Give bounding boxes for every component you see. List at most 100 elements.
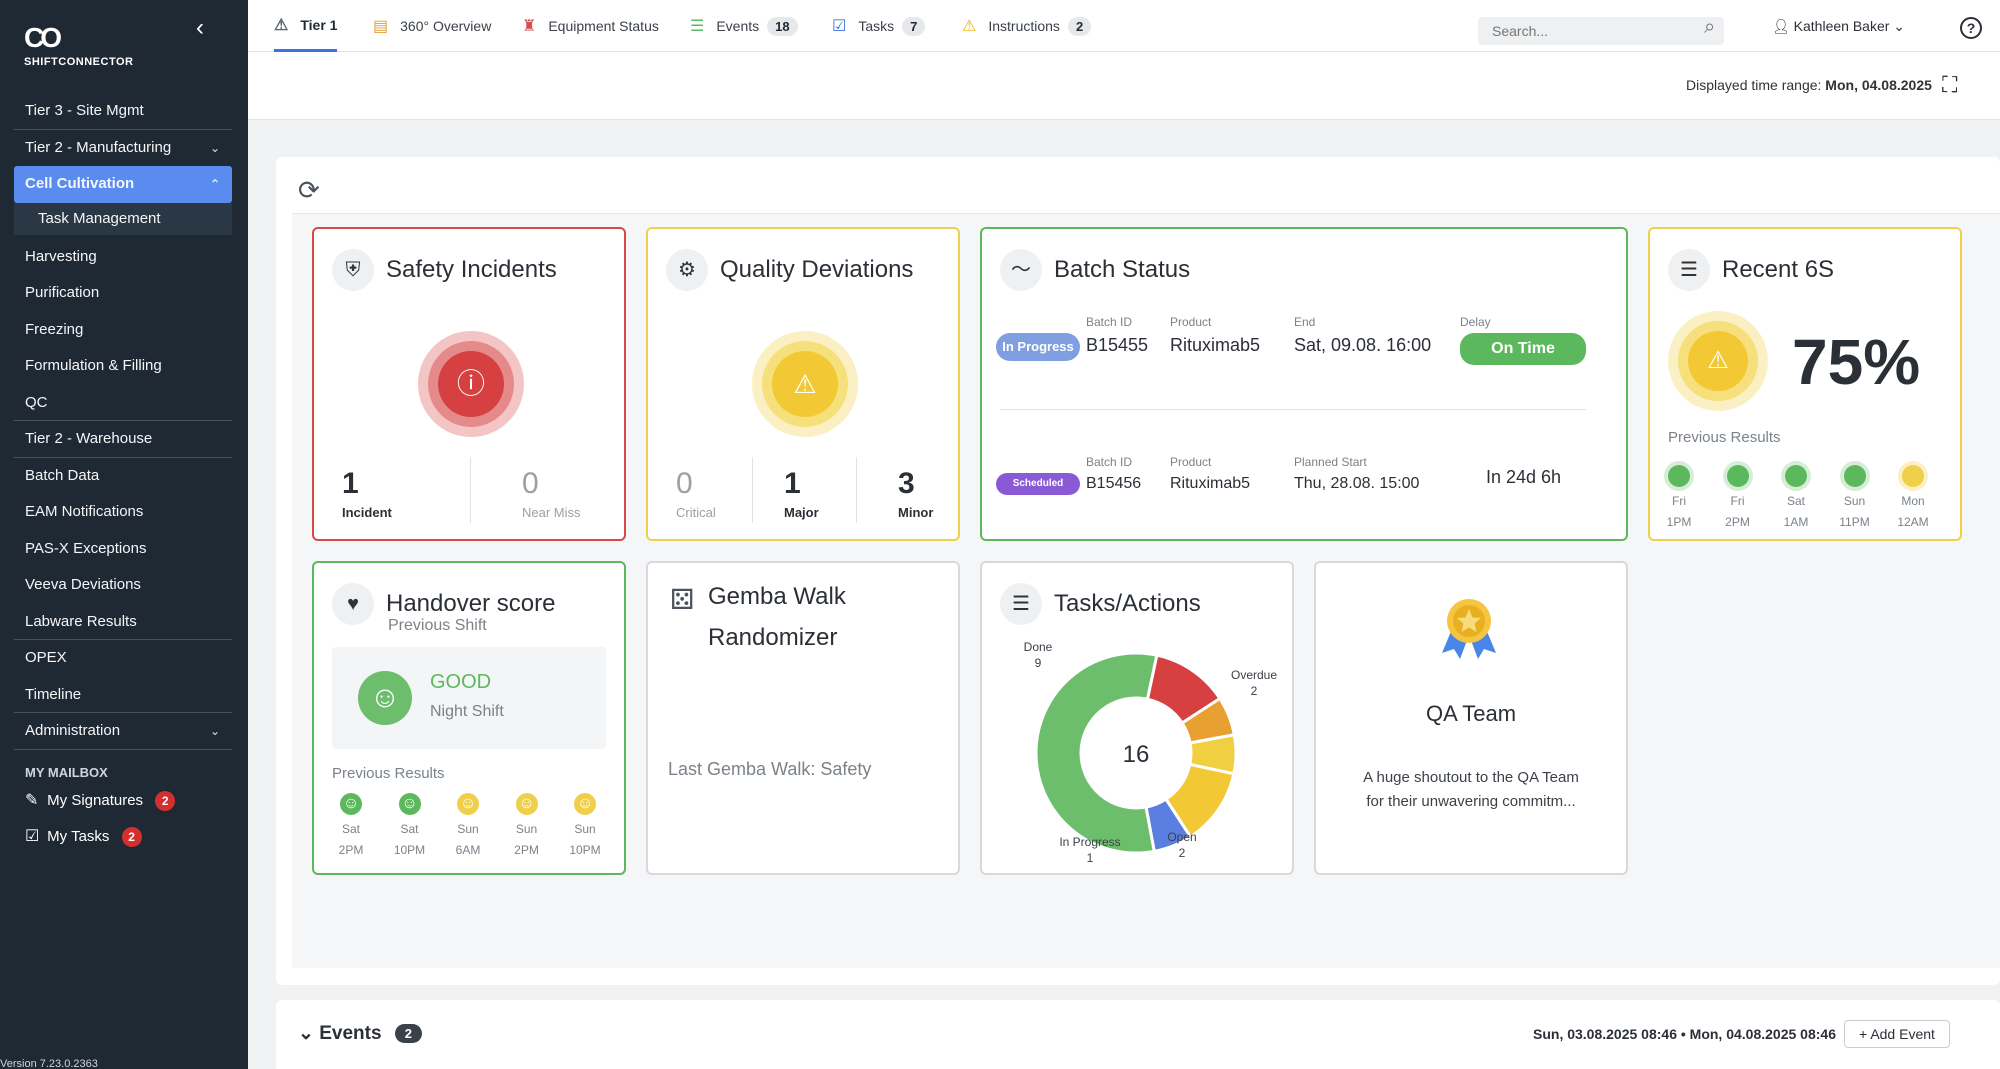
tab-equipment-status[interactable]: ♜ Equipment Status — [522, 0, 659, 52]
major-stat: 1 Major — [784, 467, 819, 520]
sidebar-item-purification[interactable]: Purification — [14, 275, 232, 312]
equipment-icon: ♜ — [522, 18, 537, 35]
mailbox-title: MY MAILBOX — [25, 765, 108, 780]
result-day: Sat — [1786, 494, 1805, 508]
handover-score-card[interactable]: ♥ Handover score Previous Shift ☺ GOOD N… — [312, 561, 626, 875]
sidebar-item-formulation-filling[interactable]: Formulation & Filling — [14, 348, 232, 385]
result-day: Sun — [574, 822, 596, 836]
tab-360-overview[interactable]: ▤ 360° Overview — [373, 0, 491, 52]
my-signatures-link[interactable]: ✎ My Signatures 2 — [25, 790, 176, 811]
sidebar-item-tier2-warehouse[interactable]: Tier 2 - Warehouse — [14, 421, 232, 458]
tab-tasks[interactable]: ☑ Tasks 7 — [832, 0, 926, 52]
near-miss-label: Near Miss — [522, 505, 581, 520]
card-title: Tasks/Actions — [1054, 590, 1201, 617]
result-dot — [1668, 465, 1690, 487]
sidebar-item-label: Timeline — [25, 685, 82, 703]
tab-label: Equipment Status — [548, 18, 659, 34]
safety-incidents-card[interactable]: ⛨ Safety Incidents ⓘ 1 Incident 0 Near M… — [312, 227, 626, 541]
sidebar-item-veeva-deviations[interactable]: Veeva Deviations — [14, 567, 232, 604]
warning-icon: ⚠ — [1688, 331, 1748, 391]
tab-label: Tier 1 — [300, 16, 338, 33]
batch-status-card[interactable]: 〜 Batch Status In Progress Batch ID B154… — [980, 227, 1628, 541]
fullscreen-icon[interactable]: ⛶ — [1942, 72, 1957, 98]
add-event-button[interactable]: + Add Event — [1844, 1020, 1950, 1048]
card-title: QA Team — [1425, 701, 1517, 726]
events-header[interactable]: ⌄ Events 2 — [298, 1022, 423, 1045]
result-day: Fri — [1730, 494, 1745, 508]
tab-label: 360° Overview — [400, 18, 492, 34]
result-smiley-icon: ☺ — [515, 793, 538, 815]
result-time: 11PM — [1839, 515, 1870, 529]
refresh-icon[interactable]: ⟳ — [298, 175, 320, 206]
tab-tier1[interactable]: ⚠ Tier 1 — [274, 0, 338, 52]
shoutout-text-continued: for their unwavering commitm... — [1366, 793, 1576, 810]
minor-label: Minor — [898, 505, 934, 520]
collapse-sidebar-icon[interactable]: ‹ — [196, 14, 204, 42]
sidebar-item-opex[interactable]: OPEX — [14, 640, 232, 677]
qa-team-card[interactable]: QA Team A huge shoutout to the QA Team f… — [1314, 561, 1628, 875]
tab-label: Instructions — [988, 18, 1060, 34]
delay-status-badge: On Time — [1460, 333, 1586, 365]
result-dot — [1902, 465, 1924, 487]
events-title: Events — [319, 1023, 382, 1044]
heart-star-icon: ♥ — [332, 583, 374, 625]
tab-events[interactable]: ☰ Events 18 — [690, 0, 798, 52]
card-title: Batch Status — [1054, 256, 1191, 283]
tasks-actions-card[interactable]: ☰ Tasks/Actions 16 Done 9 Overdue 2 Open 2 In P… — [980, 561, 1294, 875]
result-dot — [1785, 465, 1807, 487]
result-dot — [1843, 465, 1866, 487]
quality-deviations-card[interactable]: ⚙ Quality Deviations ⚠ 0 Critical 1 Majo… — [646, 227, 960, 541]
result-time: 2PM — [514, 843, 539, 857]
tab-instructions[interactable]: ⚠ Instructions 2 — [962, 0, 1092, 52]
user-menu[interactable]: 👤︎ Kathleen Baker ⌄ — [1772, 18, 1905, 35]
incident-count: 1 — [342, 467, 359, 500]
near-miss-count: 0 — [522, 467, 539, 500]
sidebar-item-qc[interactable]: QC — [14, 385, 232, 421]
result-day: Sun — [1843, 494, 1866, 508]
help-icon[interactable]: ? — [1960, 17, 1982, 39]
list-icon: ☰ — [690, 18, 705, 35]
sidebar-item-label: Tier 2 - Manufacturing — [25, 138, 172, 156]
card-title: Gemba Walk — [708, 583, 846, 610]
donut-label-done: Done 9 — [1024, 641, 1053, 670]
sidebar-item-freezing[interactable]: Freezing — [14, 312, 232, 349]
sidebar-item-tier2-manufacturing[interactable]: Tier 2 - Manufacturing ⌄ — [14, 130, 232, 167]
sidebar-item-harvesting[interactable]: Harvesting — [14, 239, 232, 276]
overview-icon: ▤ — [373, 18, 389, 35]
sidebar-item-timeline[interactable]: Timeline — [14, 677, 232, 713]
sidebar-item-pasx-exceptions[interactable]: PAS-X Exceptions — [14, 531, 232, 568]
recent-6s-card[interactable]: ☰ Recent 6S ⚠ 75% Previous Results Fri 1P… — [1648, 227, 1962, 541]
result-day: Sun — [515, 822, 538, 836]
checkbox-icon: ☑ — [832, 18, 847, 35]
product-label: Product — [1170, 315, 1212, 329]
sidebar-item-label: EAM Notifications — [25, 503, 144, 520]
sidebar-item-eam-notifications[interactable]: EAM Notifications — [14, 494, 232, 531]
tasks-count-badge: 7 — [902, 16, 926, 36]
product-value: Rituximab5 — [1170, 335, 1261, 355]
tab-label: Events — [716, 18, 760, 34]
sidebar-item-label: Formulation & Filling — [25, 357, 162, 374]
result-day: Sat — [341, 822, 360, 836]
sidebar-nav: Tier 3 - Site Mgmt Tier 2 - Manufacturin… — [14, 93, 232, 750]
shoutout-text: A huge shoutout to the QA Team — [1363, 769, 1579, 786]
sidebar-item-administration[interactable]: Administration ⌄ — [14, 713, 232, 750]
divider — [470, 457, 471, 523]
end-value: Sat, 09.08. 16:00 — [1294, 335, 1432, 355]
search-icon[interactable]: ⌕ — [1704, 16, 1715, 39]
sidebar-item-label: Administration — [25, 722, 121, 739]
sidebar-item-task-management[interactable]: Task Management — [14, 202, 232, 235]
planned-start-value: Thu, 28.08. 15:00 — [1294, 475, 1420, 492]
sidebar-item-tier3[interactable]: Tier 3 - Site Mgmt — [14, 93, 232, 130]
dice-icon: ⚄ — [670, 584, 695, 615]
tier1-board: ⟳ ⛨ Safety Incidents ⓘ 1 Incident 0 Near… — [276, 157, 2000, 985]
my-tasks-link[interactable]: ☑ My Tasks 2 — [25, 826, 142, 847]
gemba-walk-card[interactable]: ⚄ Gemba Walk Randomizer Last Gemba Walk:… — [646, 561, 960, 875]
handover-score-value: GOOD — [430, 671, 492, 693]
warning-outline-icon: ⚠ — [274, 16, 289, 34]
search-input[interactable] — [1478, 17, 1724, 45]
sidebar-item-batch-data[interactable]: Batch Data — [14, 458, 232, 495]
tasks-donut-chart: 16Done 9Overdue 2Open 2In Progress 1 — [1024, 641, 1278, 865]
sidebar-item-cell-cultivation[interactable]: Cell Cultivation ⌃ — [14, 166, 232, 203]
batch-id-label: Batch ID — [1086, 315, 1133, 329]
sidebar-item-labware-results[interactable]: Labware Results — [14, 604, 232, 640]
